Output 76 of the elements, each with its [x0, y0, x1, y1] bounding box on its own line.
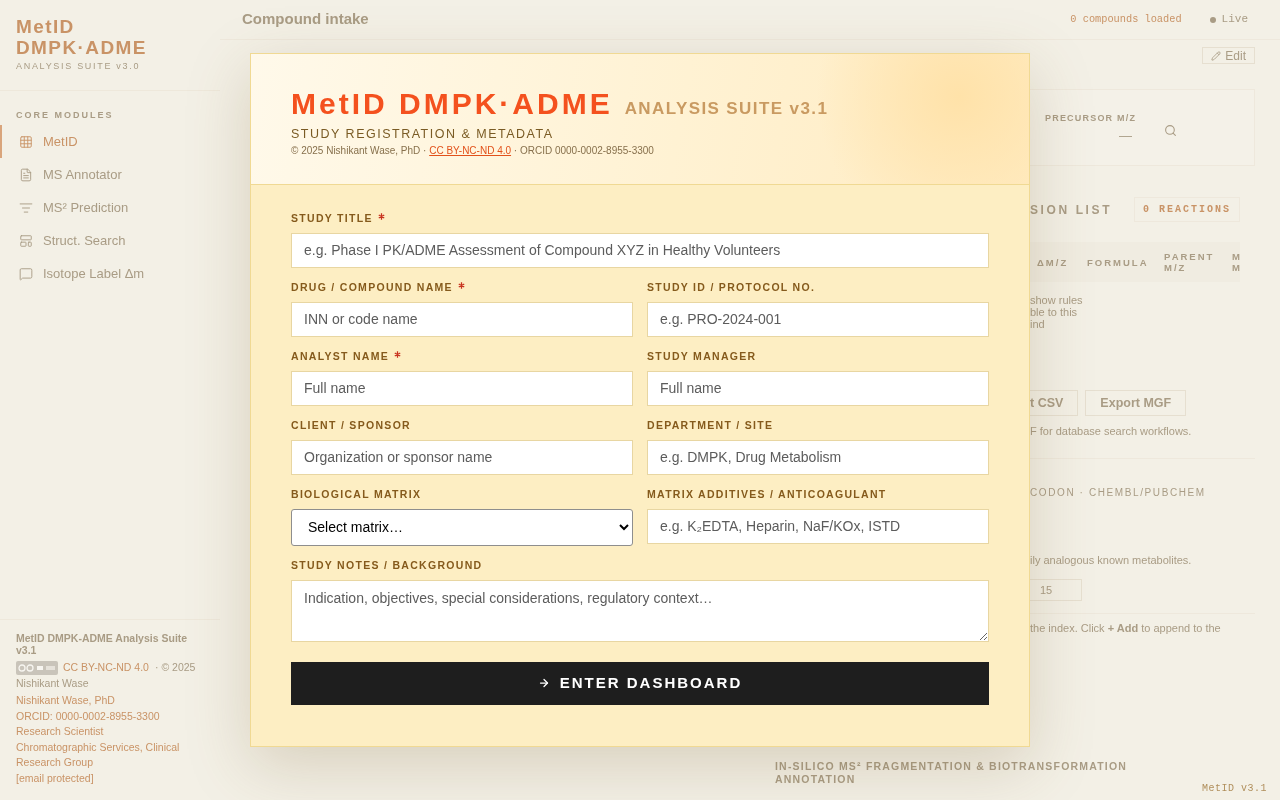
nav-item[interactable]: Struct. Search — [0, 224, 220, 257]
field-label: STUDY NOTES / BACKGROUND — [291, 557, 483, 573]
input-field[interactable]: e.g. PRO-2024-001 — [647, 301, 989, 337]
footer-title: MetID DMPK-ADME Analysis Suite v3.1 — [16, 632, 189, 656]
note-text: F for database search workflows. — [1030, 424, 1193, 438]
field-label: STUDY MANAGER — [647, 348, 757, 364]
grid-icon — [19, 134, 33, 149]
brand-name: MetID — [16, 16, 76, 37]
field-label: STUDY ID / PROTOCOL NO. — [647, 279, 816, 295]
document-icon — [19, 167, 33, 182]
source-label: CODON · CHEMBL/PUBCHEM — [1030, 486, 1207, 500]
copyright-text: Nishikant Wase — [16, 676, 90, 690]
brand-tagline: ANALYSIS SUITE v3.0 — [16, 60, 142, 72]
license-badge-icon — [16, 661, 58, 675]
note-text: ily analogous known metabolites. — [1030, 553, 1193, 567]
note-text: the index. Click + Add to append to the — [1030, 621, 1222, 635]
field-label: CLIENT / SPONSOR — [291, 417, 411, 433]
nav-item[interactable]: MetID — [0, 125, 220, 158]
notes-textarea[interactable]: Indication, objectives, special considerations, regulatory context… — [291, 579, 989, 642]
author-info: Research Scientist — [16, 724, 105, 739]
field-value: — — [1119, 128, 1133, 144]
dialog-title: MetID DMPK·ADME — [291, 89, 613, 119]
section-label: CORE MODULES — [16, 109, 115, 121]
note-text: ind — [1030, 318, 1046, 330]
search-icon[interactable] — [1164, 124, 1178, 137]
field-label: PRECURSOR M/Z — [1045, 112, 1137, 124]
license-link[interactable]: CC BY-NC-ND 4.0 — [63, 660, 149, 676]
dropdown-select[interactable]: Select matrix… — [291, 508, 633, 546]
column-header: PARENT M/Z — [1164, 251, 1216, 273]
column-header: M M — [1232, 251, 1243, 273]
nav-item[interactable]: Isotope Label Δm — [0, 257, 220, 290]
input-field[interactable]: Organization or sponsor name — [291, 439, 633, 475]
note-text: show rules — [1030, 294, 1084, 306]
field-label: ANALYST NAME — [291, 348, 390, 364]
author-info: ORCID: 0000-0002-8955-3300 — [16, 708, 161, 724]
column-header: FORMULA — [1087, 256, 1150, 268]
input-field[interactable]: e.g. DMPK, Drug Metabolism — [647, 439, 989, 475]
license-link[interactable]: CC BY-NC-ND 4.0 — [429, 144, 512, 156]
brand-name: DMPK·ADME — [16, 37, 148, 58]
field-label: STUDY TITLE — [291, 210, 373, 226]
export-button[interactable]: Export MGF — [1085, 390, 1187, 416]
arrow-right-icon — [537, 677, 550, 689]
version-label: MetID v3.1 — [1202, 782, 1267, 796]
input-field[interactable]: INN or code name — [291, 301, 633, 337]
status-dot-icon — [1209, 16, 1216, 23]
message-icon — [19, 266, 33, 281]
author-info: Chromatographic Services, Clinical Research Group — [16, 739, 181, 770]
author-info: Nishikant Wase, PhD — [16, 693, 116, 708]
nav-item[interactable]: MS² Prediction — [0, 191, 220, 224]
column-header: ΔM/Z — [1037, 256, 1070, 268]
pencil-icon — [1211, 50, 1222, 61]
copyright-text: · © 2025 — [154, 660, 196, 676]
layout-icon — [19, 233, 33, 248]
nav-item[interactable]: MS Annotator — [0, 158, 220, 191]
note-text: ble to this — [1030, 306, 1079, 318]
enter-dashboard-button[interactable]: ENTER DASHBOARD — [291, 661, 989, 705]
field-label: BIOLOGICAL MATRIX — [291, 486, 422, 502]
section-heading: IN-SILICO MS² FRAGMENTATION & BIOTRANSFORMATION ANNOTATION — [775, 760, 1129, 786]
lines-icon — [19, 200, 33, 215]
dialog-subtitle: STUDY REGISTRATION & METADATA — [291, 125, 555, 142]
input-field[interactable]: e.g. K₂EDTA, Heparin, NaF/KOx, ISTD — [647, 508, 989, 544]
compound-count: 0 compounds loaded — [1070, 11, 1182, 27]
suite-label: ANALYSIS SUITE v3.1 — [624, 98, 829, 120]
credits-text: © 2025 Nishikant Wase, PhD · CC BY-NC-ND 4.0 · ORCID 0000-0002-8955-3300 — [291, 143, 655, 158]
input-field[interactable]: Full name — [647, 370, 989, 406]
field-label: MATRIX ADDITIVES / ANTICOAGULANT — [647, 486, 887, 502]
field-label: DRUG / COMPOUND NAME — [291, 279, 453, 295]
list-title: SION LIST — [1030, 201, 1113, 219]
field-label: DEPARTMENT / SITE — [647, 417, 774, 433]
status-label: Live — [1221, 12, 1248, 28]
input-field[interactable]: e.g. Phase I PK/ADME Assessment of Compound XYZ in Healthy Volunteers — [291, 232, 989, 268]
edit-button[interactable]: Edit — [1202, 47, 1255, 64]
input-field[interactable]: Full name — [291, 370, 633, 406]
author-info: [email protected] — [16, 770, 95, 786]
page-title: Compound intake — [242, 9, 369, 30]
reaction-count-badge: 0 REACTIONS — [1134, 197, 1240, 222]
